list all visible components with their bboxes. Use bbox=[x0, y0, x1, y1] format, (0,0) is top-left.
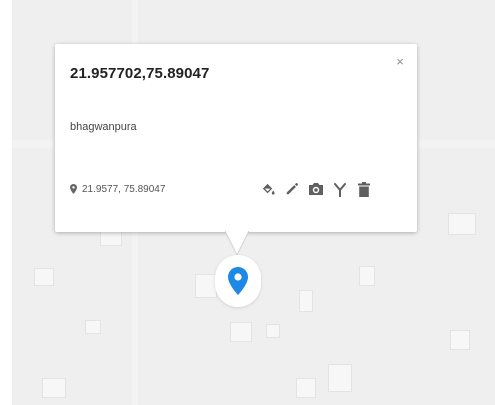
map-building bbox=[296, 378, 316, 398]
map-building bbox=[195, 274, 217, 298]
map-building bbox=[34, 268, 54, 286]
trash-icon[interactable] bbox=[356, 181, 372, 197]
map-building bbox=[100, 230, 122, 246]
map-building bbox=[230, 322, 252, 342]
map-marker[interactable] bbox=[215, 255, 261, 307]
close-icon[interactable]: × bbox=[393, 55, 407, 69]
map-building bbox=[448, 213, 476, 235]
map-building bbox=[359, 266, 375, 286]
coordinates-text: 21.9577, 75.89047 bbox=[82, 183, 166, 195]
map-building bbox=[328, 364, 352, 392]
popup-coordinates: 21.9577, 75.89047 bbox=[70, 183, 165, 195]
popup-pointer bbox=[225, 231, 249, 257]
map-building bbox=[266, 324, 280, 338]
map-building bbox=[42, 378, 66, 398]
route-icon[interactable] bbox=[332, 181, 348, 197]
camera-icon[interactable] bbox=[308, 181, 324, 197]
popup-toolbar bbox=[260, 179, 372, 199]
paint-bucket-icon[interactable] bbox=[260, 181, 276, 197]
map-building bbox=[299, 290, 313, 312]
pencil-icon[interactable] bbox=[284, 181, 300, 197]
location-pin-icon bbox=[228, 267, 248, 295]
map-pin-icon bbox=[70, 184, 77, 194]
popup-title: 21.957702,75.89047 bbox=[70, 65, 210, 82]
location-popup: 21.957702,75.89047 × bhagwanpura 21.9577… bbox=[55, 44, 417, 232]
popup-description: bhagwanpura bbox=[70, 121, 137, 133]
map-building bbox=[450, 330, 470, 350]
map-building bbox=[85, 320, 101, 334]
